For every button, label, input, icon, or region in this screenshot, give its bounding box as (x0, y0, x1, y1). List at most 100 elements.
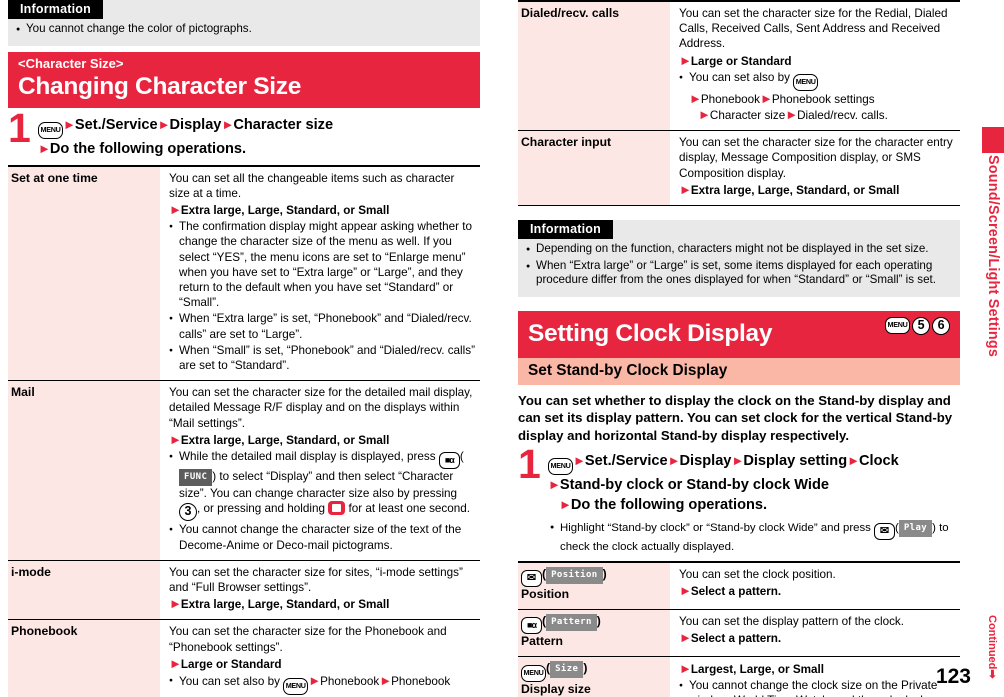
bullet-text: Dialed/recv. calls. (797, 109, 888, 123)
row-option-text: Extra large, Large, Standard, or Small (180, 598, 390, 612)
row-description: ►Largest, Large, or Small You cannot cha… (670, 656, 960, 697)
arrow-icon: ► (760, 90, 773, 106)
bullet-text: for at least one second. (348, 502, 471, 516)
row-option: ►Extra large, Large, Standard, or Small (169, 202, 476, 218)
bullet-text: Phonebook settings (771, 92, 875, 106)
mail-key-icon: ✉ (874, 523, 896, 541)
step-part: Display (679, 453, 732, 470)
menu-key-icon: MENU (885, 317, 910, 335)
row-intro: You can set all the changeable items suc… (169, 171, 455, 200)
information-item: Depending on the function, characters mi… (526, 242, 952, 257)
arrow-icon: ► (679, 630, 692, 646)
mail-key-icon: ✉ (521, 570, 542, 588)
information-title: Information (8, 0, 103, 19)
menu-shortcut-keys: MENU 5 6 (885, 316, 950, 335)
step-part: Display setting (743, 453, 848, 470)
table-row: i-mode You can set the character size fo… (8, 560, 480, 621)
row-bullets: You cannot change the clock size on the … (679, 678, 956, 697)
step-body: MENU ►Set./Service►Display►Display settin… (548, 451, 960, 555)
row-label: i-mode (8, 560, 160, 621)
arrow-icon: ► (169, 655, 182, 671)
key-6-icon: 6 (932, 316, 950, 335)
step-part: Do the following operations. (49, 140, 247, 157)
row-label: Character input (518, 130, 670, 207)
key-3-icon: 3 (179, 503, 197, 522)
information-box-right: Information Depending on the function, c… (518, 220, 960, 297)
row-option-text: Select a pattern. (690, 632, 782, 646)
row-description: You can set the character size for the P… (160, 619, 480, 697)
page-number: 123 (935, 665, 971, 688)
pattern-softkey-icon: Pattern (546, 614, 597, 632)
arrow-icon: ► (169, 596, 182, 612)
step-number: 1 (8, 104, 31, 151)
row-intro: You can set the character size for the c… (679, 136, 953, 180)
row-bullets: While the detailed mail display is displ… (169, 449, 476, 553)
bullet-subline: ►Character size►Dialed/recv. calls. (689, 107, 956, 123)
row-option-text: Extra large, Large, Standard, or Small (180, 204, 390, 217)
row-label-text: Display size (521, 682, 591, 697)
arrow-icon: ► (689, 90, 702, 106)
bullet-item: While the detailed mail display is displ… (169, 449, 476, 522)
bullet-item: When “Extra large” is set, “Phonebook” a… (169, 311, 476, 341)
row-option-text: Large or Standard (690, 54, 792, 68)
banner-subtitle: <Character Size> (18, 55, 124, 71)
arrow-icon: ► (308, 673, 321, 689)
row-label: Phonebook (8, 619, 160, 697)
clock-section-lead: You can set whether to display the clock… (518, 392, 953, 443)
bullet-item: You cannot change the clock size on the … (679, 678, 956, 697)
information-title: Information (518, 220, 613, 240)
step-body: MENU ►Set./Service►Display►Character size… (38, 115, 480, 159)
row-label: ✉(Position) Position (518, 562, 670, 611)
arrow-icon: ► (169, 202, 182, 217)
row-option: ►Largest, Large, or Small (679, 661, 956, 677)
right-column: Dialed/recv. calls You can set the chara… (518, 0, 960, 697)
bullet-item: You can set also by MENU►Phonebook►Phone… (169, 673, 476, 697)
step-part: Display (169, 116, 222, 133)
arrow-icon: ► (379, 673, 392, 689)
row-option-text: Select a pattern. (690, 585, 782, 599)
information-box-top: Information You cannot change the color … (8, 0, 480, 46)
play-softkey-icon: Play (898, 520, 933, 538)
row-option-text: Extra large, Large, Standard, or Small (180, 433, 390, 447)
i-alpha-key-icon: ■α (438, 452, 460, 470)
sidebar-tab-block (982, 127, 1004, 153)
row-option: ►Extra large, Large, Standard, or Small (169, 596, 476, 612)
bullet-text: to select “Display” and then select “Cha… (179, 470, 458, 501)
step-note: Highlight “Stand-by clock” or “Stand-by … (548, 515, 960, 555)
bullet-text: You can set also by (689, 70, 790, 84)
arrow-icon: ► (679, 52, 692, 68)
information-list: Depending on the function, characters mi… (518, 239, 960, 288)
clock-options-table: ✉(Position) Position You can set the clo… (518, 561, 960, 697)
information-item: When “Extra large” or “Large” is set, so… (526, 259, 952, 288)
table-row: Character input You can set the characte… (518, 130, 960, 207)
manual-page: Information You cannot change the color … (0, 0, 1004, 697)
table-row: Set at one time You can set all the chan… (8, 165, 480, 382)
bullet-text: Character size (709, 109, 786, 123)
row-description: You can set the character size for the d… (160, 380, 480, 561)
information-item: You cannot change the color of pictograp… (16, 22, 472, 37)
step-part: Set./Service (74, 116, 158, 133)
arrow-icon: ► (679, 181, 692, 197)
row-bullets: The confirmation display might appear as… (169, 219, 476, 373)
sidebar-tab-label: Sound/Screen/Light Settings (985, 155, 1001, 358)
row-option: ►Select a pattern. (679, 630, 956, 646)
step-part: Set./Service (584, 453, 668, 470)
arrow-icon: ► (38, 140, 51, 156)
arrow-icon: ► (573, 453, 586, 469)
func-softkey-icon: FUNC (179, 469, 213, 487)
menu-key-icon: MENU (793, 73, 819, 91)
row-description: You can set all the changeable items suc… (160, 165, 480, 382)
character-size-table-left: Set at one time You can set all the chan… (8, 164, 480, 697)
row-label-text: Pattern (521, 634, 563, 649)
row-description: You can set the display pattern of the c… (670, 609, 960, 658)
table-row: MENU(Size) Display size ►Largest, Large,… (518, 656, 960, 697)
clock-subsection-title: Set Stand-by Clock Display (518, 357, 960, 385)
menu-key-icon: MENU (548, 458, 573, 476)
bullet-text: Phonebook (700, 92, 761, 106)
row-option-text: Large or Standard (180, 657, 282, 671)
camera-key-icon (328, 501, 346, 516)
arrow-right-icon: ➡ (986, 669, 998, 679)
row-description: You can set the character size for the c… (670, 130, 960, 207)
character-size-table-right: Dialed/recv. calls You can set the chara… (518, 0, 960, 207)
arrow-icon: ► (847, 453, 860, 469)
